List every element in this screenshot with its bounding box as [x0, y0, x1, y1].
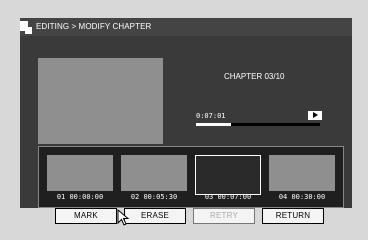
play-icon[interactable]	[308, 111, 322, 120]
editor-panel: CHAPTER 03/10 0:07:01 01 00:00:00 02 00:…	[20, 36, 352, 208]
retry-button[interactable]: RETRY	[193, 208, 255, 224]
chapter-thumbnail-1[interactable]: 01 00:00:00	[47, 155, 113, 201]
chapter-caption: 01 00:00:00	[56, 193, 104, 201]
thumbnail-image	[269, 155, 335, 191]
return-button[interactable]: RETURN	[262, 208, 324, 224]
progress-fill	[196, 123, 231, 126]
modify-chapter-dialog: EDITING > MODIFY CHAPTER CHAPTER 03/10 0…	[20, 18, 352, 228]
button-bar: MARK ERASE RETRY RETURN	[20, 208, 352, 228]
chapter-thumbnail-4[interactable]: 04 00:30:00	[269, 155, 335, 201]
title-bar: EDITING > MODIFY CHAPTER	[20, 18, 352, 36]
chapter-label: CHAPTER 03/10	[224, 72, 285, 81]
timecode: 0:07:01	[196, 112, 226, 120]
thumbnail-image	[195, 155, 261, 195]
thumbnail-image	[121, 155, 187, 191]
chapter-thumbnail-2[interactable]: 02 00:05:30	[121, 155, 187, 201]
chapter-icon	[20, 18, 32, 36]
chapter-caption: 03 00:07:00	[204, 193, 252, 201]
chapter-thumbnail-3[interactable]: 03 00:07:00	[195, 155, 261, 201]
chapter-caption: 04 00:30:00	[278, 193, 326, 201]
chapter-thumbnail-strip: 01 00:00:00 02 00:05:30 03 00:07:00 04 0…	[38, 146, 344, 208]
pointer-cursor-icon	[117, 209, 130, 226]
mark-button[interactable]: MARK	[55, 208, 117, 224]
chapter-caption: 02 00:05:30	[130, 193, 178, 201]
erase-button[interactable]: ERASE	[124, 208, 186, 224]
dialog-title: EDITING > MODIFY CHAPTER	[36, 22, 152, 31]
progress-bar[interactable]	[196, 123, 320, 126]
video-preview	[38, 58, 163, 144]
thumbnail-image	[47, 155, 113, 191]
